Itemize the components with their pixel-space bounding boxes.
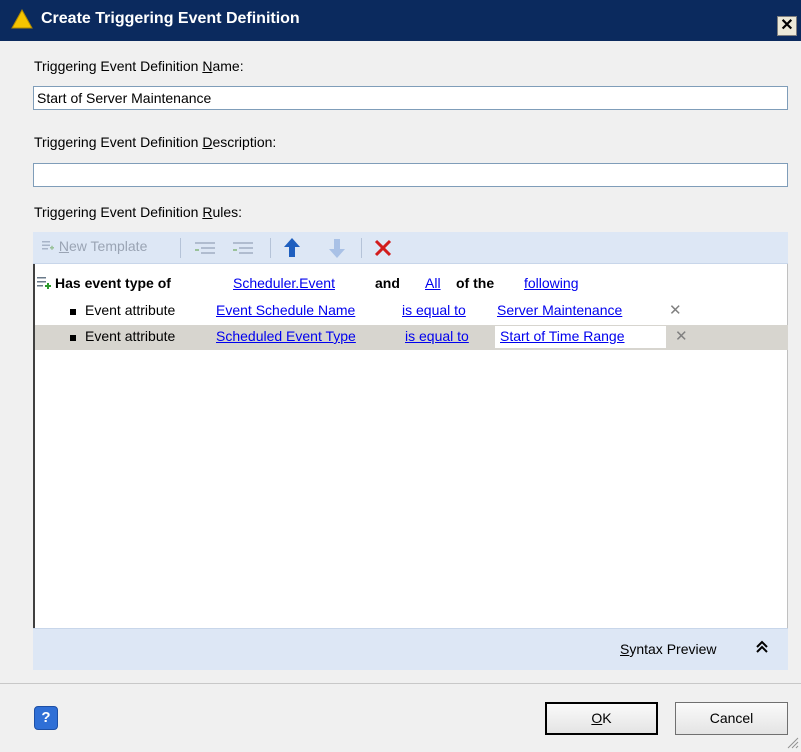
outdent-icon[interactable] bbox=[231, 240, 255, 258]
rule-header-row: Has event type of Scheduler.Event and Al… bbox=[35, 272, 788, 297]
help-icon: ? bbox=[41, 709, 51, 726]
bullet-icon bbox=[70, 335, 76, 341]
warning-icon bbox=[11, 9, 33, 29]
move-down-icon[interactable] bbox=[328, 237, 346, 259]
syntax-preview-label[interactable]: Syntax Preview bbox=[620, 641, 717, 657]
description-field[interactable] bbox=[33, 163, 788, 187]
and-text: and bbox=[375, 275, 400, 291]
description-label: Triggering Event Definition Description: bbox=[34, 134, 277, 150]
collapse-chevron-icon[interactable] bbox=[755, 639, 769, 655]
quantifier-link[interactable]: All bbox=[425, 275, 441, 291]
operator-link[interactable]: is equal to bbox=[402, 302, 466, 318]
condition-label: Event attribute bbox=[85, 302, 176, 318]
operator-link[interactable]: is equal to bbox=[405, 328, 469, 344]
remove-condition-icon[interactable]: ✕ bbox=[675, 327, 688, 345]
name-label: Triggering Event Definition Name: bbox=[34, 58, 244, 74]
rules-label: Triggering Event Definition Rules: bbox=[34, 204, 243, 220]
rules-toolbar: New Template bbox=[33, 232, 788, 264]
condition-label: Event attribute bbox=[85, 328, 176, 344]
close-icon: ✕ bbox=[780, 17, 794, 34]
remove-condition-icon[interactable]: ✕ bbox=[669, 301, 682, 319]
create-triggering-event-dialog: Create Triggering Event Definition ✕ Tri… bbox=[0, 0, 801, 752]
attribute-link[interactable]: Scheduled Event Type bbox=[216, 328, 356, 344]
value-link[interactable]: Server Maintenance bbox=[497, 302, 622, 318]
event-type-link[interactable]: Scheduler.Event bbox=[233, 275, 335, 291]
help-button[interactable]: ? bbox=[34, 706, 58, 730]
ok-button[interactable]: OK bbox=[545, 702, 658, 735]
title-bar[interactable]: Create Triggering Event Definition ✕ bbox=[0, 0, 801, 41]
add-rule-icon[interactable] bbox=[36, 275, 52, 291]
condition-row[interactable]: Event attribute Event Schedule Name is e… bbox=[35, 299, 788, 324]
value-link[interactable]: Start of Time Range bbox=[500, 328, 625, 344]
close-button[interactable]: ✕ bbox=[777, 16, 797, 36]
has-event-type-text: Has event type of bbox=[55, 275, 171, 291]
of-the-text: of the bbox=[456, 275, 495, 291]
attribute-link[interactable]: Event Schedule Name bbox=[216, 302, 355, 318]
name-field[interactable]: Start of Server Maintenance bbox=[33, 86, 788, 110]
footer-divider bbox=[0, 683, 801, 684]
window-title: Create Triggering Event Definition bbox=[41, 10, 300, 27]
following-link[interactable]: following bbox=[524, 275, 578, 291]
toolbar-separator bbox=[270, 238, 271, 258]
toolbar-separator bbox=[361, 238, 362, 258]
new-template-button[interactable]: New Template bbox=[41, 238, 147, 258]
condition-row-selected[interactable]: Event attribute Scheduled Event Type is … bbox=[35, 325, 788, 350]
syntax-preview-bar[interactable]: Syntax Preview bbox=[33, 628, 788, 670]
bullet-icon bbox=[70, 309, 76, 315]
delete-icon[interactable] bbox=[374, 239, 392, 257]
cancel-button[interactable]: Cancel bbox=[675, 702, 788, 735]
move-up-icon[interactable] bbox=[283, 237, 301, 259]
indent-icon[interactable] bbox=[193, 240, 217, 258]
rules-editor[interactable]: Has event type of Scheduler.Event and Al… bbox=[33, 264, 788, 628]
resize-grip-icon[interactable] bbox=[785, 735, 799, 749]
toolbar-separator bbox=[180, 238, 181, 258]
new-template-icon bbox=[42, 241, 54, 250]
